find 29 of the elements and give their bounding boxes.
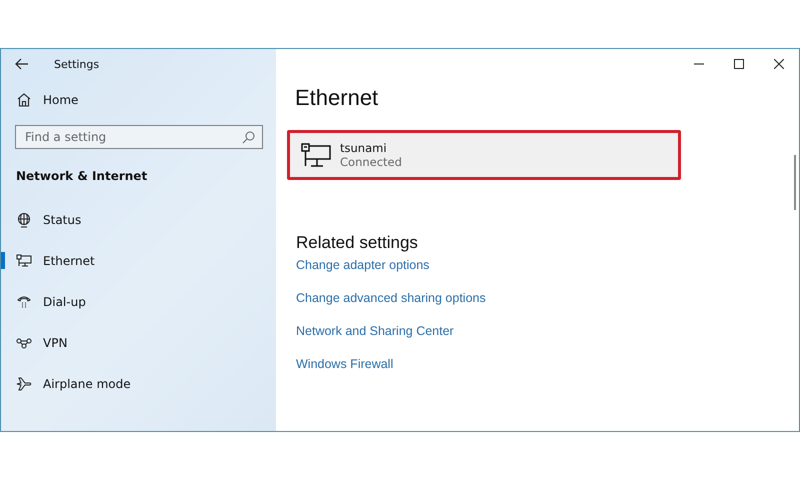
connection-card[interactable]: tsunami Connected (287, 130, 681, 180)
settings-link[interactable]: Change advanced sharing options (296, 291, 486, 321)
phone-icon (16, 294, 32, 310)
airplane-icon (16, 376, 32, 392)
connection-name: tsunami (340, 141, 388, 155)
sidebar-item[interactable]: Ethernet (1, 240, 276, 281)
monitor-icon (16, 252, 32, 268)
section-heading: Network & Internet (16, 169, 148, 185)
sidebar-item[interactable]: VPN (1, 322, 276, 363)
back-arrow-icon (15, 58, 29, 70)
search-field[interactable]: Find a setting (15, 125, 263, 149)
home-icon (16, 92, 32, 108)
settings-link[interactable]: Windows Firewall (296, 357, 394, 387)
maximize-icon (734, 59, 744, 69)
monitor-icon (301, 142, 331, 168)
sidebar-item[interactable]: Airplane mode (1, 363, 276, 404)
page-title: Ethernet (295, 85, 378, 112)
sidebar-item[interactable]: Status (1, 199, 276, 240)
window-title: Settings (54, 58, 100, 70)
search-icon (242, 130, 255, 144)
home-item[interactable]: Home (1, 83, 276, 116)
settings-link[interactable]: Change adapter options (296, 258, 430, 288)
scrollbar[interactable] (794, 155, 796, 210)
sidebar-item[interactable]: Dial-up (1, 281, 276, 322)
settings-link[interactable]: Network and Sharing Center (296, 324, 454, 354)
connection-status: Connected (340, 155, 402, 169)
section-heading: Related settings (296, 233, 418, 254)
globe-icon (16, 212, 32, 228)
close-icon (774, 59, 784, 69)
